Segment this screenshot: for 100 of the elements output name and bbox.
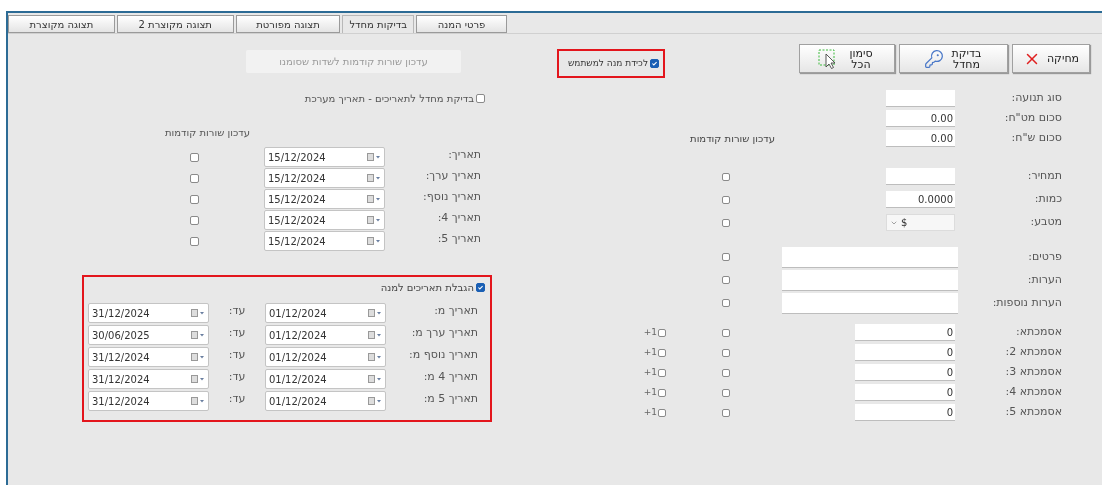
date-field[interactable]: 01/12/2024 [265,391,386,411]
checkbox[interactable] [476,282,485,292]
tab[interactable]: תצוגה מקוצרת [8,15,115,33]
checkbox-label: בדיקת מחדל לתאריכים - תאריך מערכת [304,91,474,106]
toolbar-button[interactable]: סימון הכל [799,44,895,73]
checkbox[interactable] [190,194,199,204]
checkbox[interactable] [658,388,666,397]
checkbox[interactable] [722,195,730,204]
field-label: כמות: [1034,191,1062,208]
tab[interactable]: בדיקות מחדל [342,15,414,33]
checkbox[interactable] [722,408,730,417]
calendar-dropdown-icon[interactable] [191,309,205,317]
calendar-dropdown-icon[interactable] [191,397,205,405]
checkbox[interactable] [650,59,659,68]
input-field[interactable] [782,246,958,268]
input-field[interactable]: 0.0000 [886,191,955,208]
tab[interactable]: פרטי המנה [415,15,507,33]
field-label: פרטים: [1028,248,1062,265]
checkbox-label: +1 [643,365,657,379]
checkbox[interactable] [722,388,730,397]
input-field[interactable]: 0 [855,364,955,381]
date-field[interactable]: 01/12/2024 [265,369,386,389]
input-field[interactable]: 0 [855,344,955,361]
date-field[interactable]: 01/12/2024 [265,347,386,367]
calendar-dropdown-icon[interactable] [368,397,382,405]
date-field[interactable]: 15/12/2024 [264,231,385,251]
date-field[interactable]: 31/12/2024 [88,391,209,411]
field-label: תאריך 5: [437,231,481,247]
date-field[interactable]: 15/12/2024 [264,210,385,230]
input-field[interactable]: 0.00 [886,110,955,127]
date-field[interactable]: 30/06/2025 [88,325,209,345]
checkbox[interactable] [476,93,485,103]
field-label: תאריך: [448,147,481,163]
checkbox[interactable] [722,348,730,357]
currency-select[interactable]: $ [886,214,955,231]
tab[interactable]: תצוגה מקוצרת 2 [116,15,234,33]
checkbox[interactable] [722,328,730,337]
calendar-dropdown-icon[interactable] [368,375,382,383]
field-label: עד: [228,369,246,385]
field-label: אסמכתא 2: [1005,344,1062,361]
date-field[interactable]: 15/12/2024 [264,168,385,188]
input-field[interactable] [886,90,955,107]
field-label: תמחיר: [1027,168,1062,185]
calendar-dropdown-icon[interactable] [368,353,382,361]
calendar-dropdown-icon[interactable] [368,331,382,339]
input-field[interactable] [782,292,958,314]
checkbox[interactable] [722,253,730,261]
checkbox[interactable] [658,368,666,377]
calendar-dropdown-icon[interactable] [367,237,381,245]
checkbox[interactable] [658,328,666,337]
input-field[interactable] [782,269,958,291]
checkbox-label: לכידת מנה למשתמש [567,56,648,70]
field-label: תאריך נוסף: [423,189,481,205]
calendar-dropdown-icon[interactable] [367,174,381,182]
calendar-dropdown-icon[interactable] [367,216,381,224]
date-field[interactable]: 01/12/2024 [265,325,386,345]
checkbox[interactable] [722,276,730,284]
date-field[interactable]: 31/12/2024 [88,303,209,323]
checkbox[interactable] [658,408,666,417]
checkbox[interactable] [190,215,199,225]
toolbar-button[interactable]: מחיקה [1012,44,1090,73]
calendar-dropdown-icon[interactable] [367,195,381,203]
date-field[interactable]: 31/12/2024 [88,347,209,367]
checkbox[interactable] [658,348,666,357]
checkbox-label: +1 [643,325,657,339]
checkbox-label: +1 [643,385,657,399]
field-label: אסמכתא 3: [1005,364,1062,381]
input-field[interactable]: 0 [855,404,955,421]
checkbox[interactable] [722,218,730,227]
calendar-dropdown-icon[interactable] [191,353,205,361]
checkbox-label: +1 [643,405,657,419]
field-label: עד: [228,347,246,363]
field-label: הערות נוספות: [992,294,1062,311]
date-field[interactable]: 01/12/2024 [265,303,386,323]
calendar-dropdown-icon[interactable] [191,375,205,383]
input-field[interactable] [886,168,955,185]
checkbox[interactable] [190,173,199,183]
field-label: תאריך נוסף מ: [409,347,478,363]
column-header: עדכון שורות קודמות [690,132,775,146]
field-label: סוג תנועה: [1011,90,1062,107]
field-label: תאריך 4: [437,210,481,226]
date-field[interactable]: 31/12/2024 [88,369,209,389]
checkbox[interactable] [190,152,199,162]
checkbox[interactable] [722,299,730,307]
date-field[interactable]: 15/12/2024 [264,189,385,209]
date-field[interactable]: 15/12/2024 [264,147,385,167]
calendar-dropdown-icon[interactable] [191,331,205,339]
field-label: עד: [228,391,246,407]
checkbox[interactable] [722,368,730,377]
input-field[interactable]: 0 [855,324,955,341]
input-field[interactable]: 0 [855,384,955,401]
input-field[interactable]: 0.00 [886,130,955,147]
checkbox[interactable] [722,172,730,181]
field-label: אסמכתא: [1015,324,1062,341]
calendar-dropdown-icon[interactable] [368,309,382,317]
field-label: סכום מט"ח: [1004,110,1062,127]
checkbox[interactable] [190,236,199,246]
calendar-dropdown-icon[interactable] [367,153,381,161]
toolbar-button[interactable]: בדיקת מחדל [899,44,1008,73]
tab[interactable]: תצוגה מפורטת [235,15,341,33]
